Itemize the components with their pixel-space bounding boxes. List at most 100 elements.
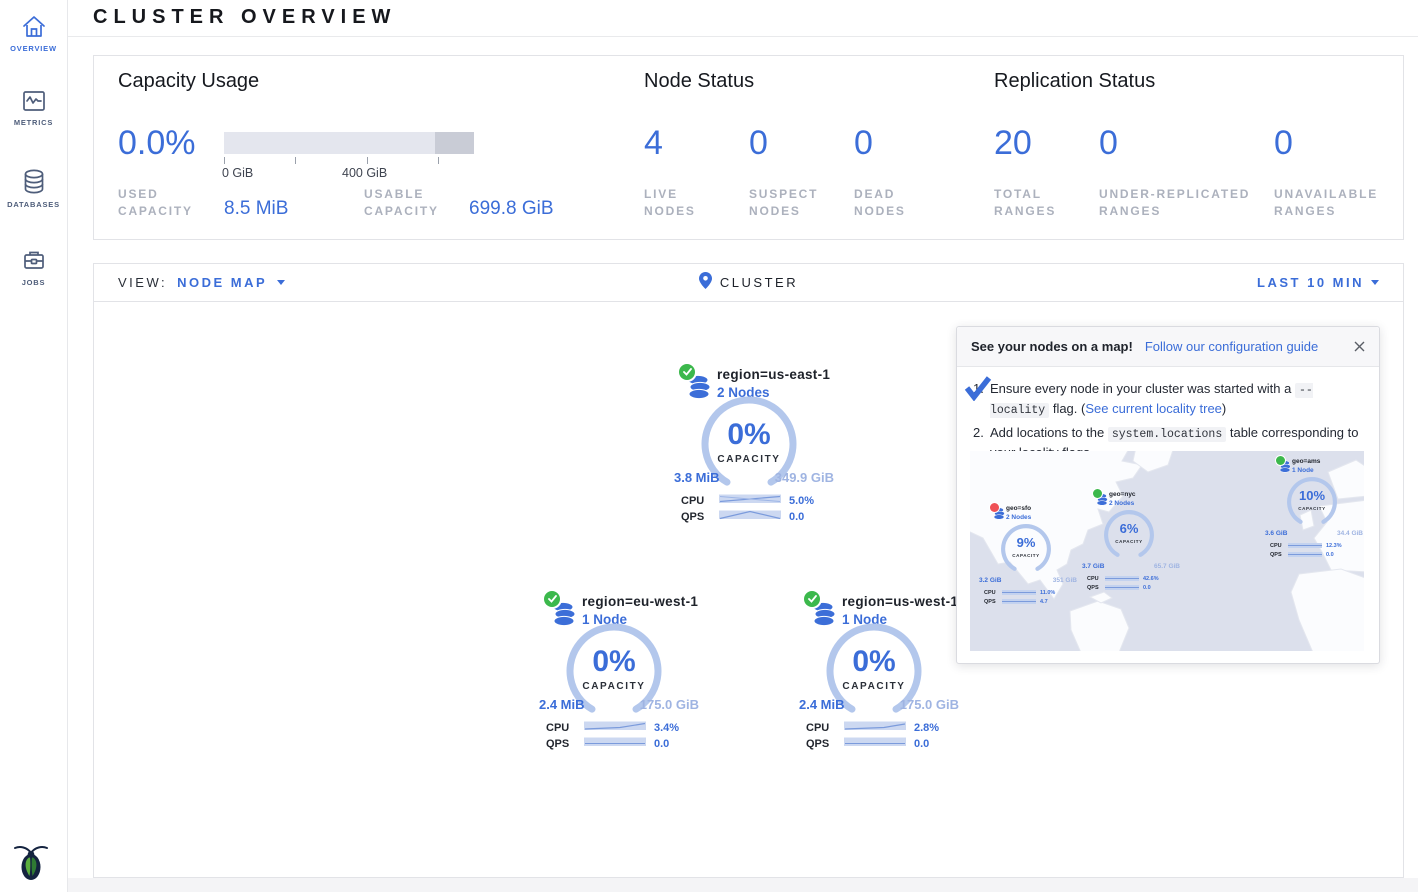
qps-label: QPS xyxy=(1270,552,1284,558)
cluster-summary-panel: Capacity Usage 0.0% 0 GiB 400 GiB USED C… xyxy=(93,55,1404,240)
step-done-check-icon xyxy=(964,375,992,407)
popup-body: 1. Ensure every node in your cluster was… xyxy=(957,367,1379,462)
qps-label: QPS xyxy=(1087,585,1101,591)
locality-title: region=us-west-1 xyxy=(842,594,958,609)
capacity-gauge-percent: 9% xyxy=(1000,535,1052,550)
capacity-gauge-percent: 6% xyxy=(1103,521,1155,536)
locality-title: geo=nyc xyxy=(1109,491,1136,498)
locality-total-capacity: 65.7 GiB xyxy=(1154,563,1180,570)
capacity-gauge-percent: 0% xyxy=(699,418,799,452)
popup-header: See your nodes on a map! Follow our conf… xyxy=(957,327,1379,367)
chevron-down-icon[interactable] xyxy=(1371,280,1379,285)
qps-label: QPS xyxy=(546,738,576,750)
suspect-nodes-count: 0 xyxy=(749,124,768,163)
cpu-label: CPU xyxy=(681,495,711,507)
node-map-preview-image: geo=sfo 2 Nodes 9% CAPACITY 3.2 GiB 351 … xyxy=(970,451,1364,651)
sidebar-item-label: DATABASES xyxy=(0,200,67,209)
status-ok-icon xyxy=(1276,456,1285,465)
capacity-tick-label-400: 400 GiB xyxy=(342,166,387,180)
cpu-label: CPU xyxy=(1087,576,1101,582)
capacity-usage-title: Capacity Usage xyxy=(118,70,259,93)
suspect-nodes-label: SUSPECT NODES xyxy=(749,186,829,221)
cpu-value: 5.0% xyxy=(789,495,814,507)
used-capacity-label: USED CAPACITY xyxy=(118,186,213,221)
sidebar-item-label: JOBS xyxy=(0,278,67,287)
page-footer-strip xyxy=(68,878,1418,892)
cpu-label: CPU xyxy=(1270,543,1284,549)
locality-used-capacity: 3.8 MiB xyxy=(674,470,720,485)
locality-nodes-label: 2 Nodes xyxy=(1006,514,1031,521)
unavailable-ranges-count: 0 xyxy=(1274,124,1293,163)
configuration-guide-link[interactable]: Follow our configuration guide xyxy=(1145,339,1318,354)
sidebar-item-metrics[interactable]: METRICS xyxy=(0,88,67,127)
locality-used-capacity: 2.4 MiB xyxy=(799,697,845,712)
used-capacity-value: 8.5 MiB xyxy=(224,198,288,220)
step-text-part: flag. ( xyxy=(1049,401,1085,416)
qps-label: QPS xyxy=(681,511,711,523)
capacity-gauge-percent: 0% xyxy=(564,645,664,679)
locality-total-capacity: 34.4 GiB xyxy=(1337,530,1363,537)
locality-tree-link[interactable]: See current locality tree xyxy=(1085,401,1222,416)
capacity-tick xyxy=(224,157,225,164)
system-locations-code: system.locations xyxy=(1108,427,1226,442)
qps-sparkline xyxy=(584,735,646,753)
dead-nodes-label: DEAD NODES xyxy=(854,186,934,221)
capacity-tick-label-0: 0 GiB xyxy=(222,166,253,180)
cpu-label: CPU xyxy=(806,722,836,734)
cpu-label: CPU xyxy=(546,722,576,734)
time-range-dropdown[interactable]: LAST 10 MIN xyxy=(1257,264,1379,301)
sidebar-item-label: METRICS xyxy=(0,118,67,127)
qps-label: QPS xyxy=(806,738,836,750)
cluster-overview-page: OVERVIEW METRICS DATABASES xyxy=(0,0,1418,892)
qps-sparkline xyxy=(844,735,906,753)
cpu-value: 42.6% xyxy=(1143,576,1159,582)
sidebar-item-databases[interactable]: DATABASES xyxy=(0,168,67,209)
briefcase-icon xyxy=(0,248,67,274)
qps-sparkline xyxy=(1002,599,1036,604)
capacity-tick xyxy=(367,157,368,164)
locality-total-capacity: 351 GiB xyxy=(1053,577,1077,584)
cockroachdb-logo[interactable] xyxy=(8,840,54,891)
capacity-tick xyxy=(295,157,296,164)
locality-used-capacity: 3.7 GiB xyxy=(1082,563,1104,570)
qps-value: 0.0 xyxy=(789,511,804,523)
page-title: CLUSTER OVERVIEW xyxy=(93,6,396,29)
close-icon[interactable] xyxy=(1354,341,1365,352)
sidebar-item-jobs[interactable]: JOBS xyxy=(0,248,67,287)
status-ok-icon xyxy=(804,591,820,607)
top-bar: CLUSTER OVERVIEW xyxy=(68,0,1418,37)
cpu-label: CPU xyxy=(984,590,998,596)
cpu-sparkline xyxy=(1002,590,1036,595)
capacity-gauge-label: CAPACITY xyxy=(1000,553,1052,558)
view-bar: VIEW: NODE MAP CLUSTER LAST 10 MIN xyxy=(93,263,1404,301)
locality-title: region=us-east-1 xyxy=(717,367,830,382)
usable-capacity-label: USABLE CAPACITY xyxy=(364,186,459,221)
locality-total-capacity: 175.0 GiB xyxy=(640,697,699,712)
locality-used-capacity: 3.6 GiB xyxy=(1265,530,1287,537)
step-text-part: ) xyxy=(1222,401,1226,416)
capacity-gauge-percent: 0% xyxy=(824,645,924,679)
sidebar-item-overview[interactable]: OVERVIEW xyxy=(0,14,67,53)
cpu-value: 2.8% xyxy=(914,722,939,734)
time-range-value[interactable]: LAST 10 MIN xyxy=(1257,275,1364,290)
capacity-gauge-label: CAPACITY xyxy=(699,454,799,465)
database-icon xyxy=(0,168,67,196)
under-replicated-ranges-label: UNDER-REPLICATED RANGES xyxy=(1099,186,1259,221)
status-warn-icon xyxy=(990,503,999,512)
cpu-value: 11.0% xyxy=(1040,590,1055,596)
under-replicated-ranges-count: 0 xyxy=(1099,124,1118,163)
live-nodes-count: 4 xyxy=(644,124,663,163)
live-nodes-label: LIVE NODES xyxy=(644,186,724,221)
map-breadcrumb-cluster[interactable]: CLUSTER xyxy=(720,275,798,290)
qps-value: 4.7 xyxy=(1040,599,1048,605)
capacity-gauge-label: CAPACITY xyxy=(1286,506,1338,511)
qps-sparkline xyxy=(719,508,781,526)
cpu-value: 12.3% xyxy=(1326,543,1342,549)
locality-title: geo=sfo xyxy=(1006,505,1031,512)
qps-value: 0.0 xyxy=(654,738,669,750)
capacity-gauge-label: CAPACITY xyxy=(564,681,664,692)
qps-sparkline xyxy=(1105,585,1139,590)
total-ranges-label: TOTAL RANGES xyxy=(994,186,1074,221)
status-ok-icon xyxy=(1093,489,1102,498)
qps-label: QPS xyxy=(984,599,998,605)
